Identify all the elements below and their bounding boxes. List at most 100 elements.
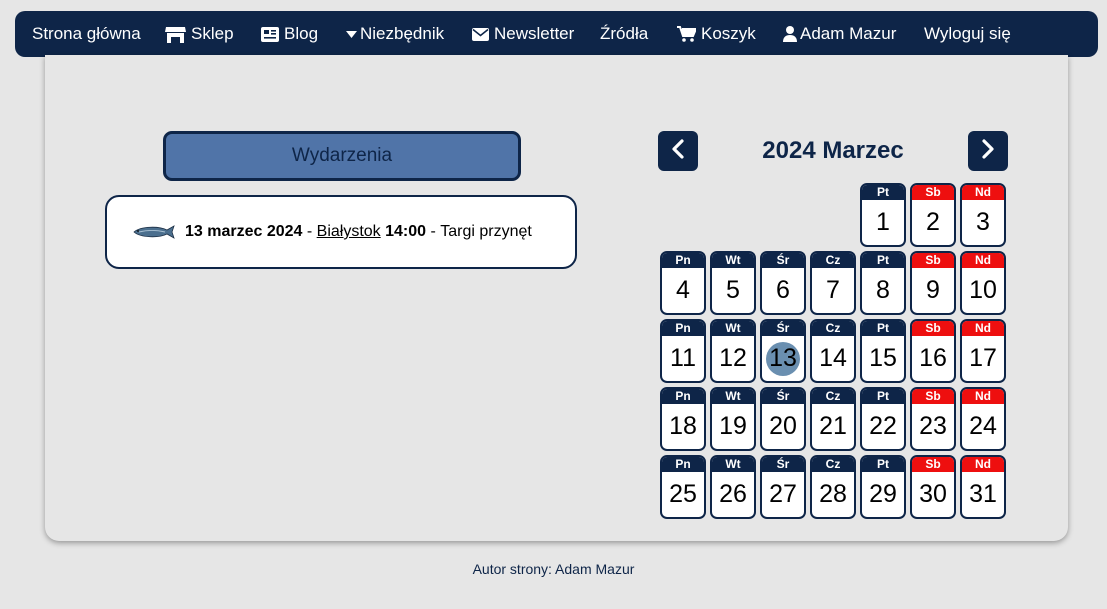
calendar-day[interactable]: Pt 8 — [860, 251, 906, 315]
day-number-box: 5 — [712, 268, 754, 313]
nav-logout-link[interactable]: Wyloguj się — [924, 11, 1011, 57]
calendar-day[interactable]: Śr 20 — [760, 387, 806, 451]
event-date: 13 marzec 2024 — [185, 223, 303, 240]
day-number: 31 — [969, 480, 997, 508]
calendar-day[interactable]: Sb 16 — [910, 319, 956, 383]
calendar-day[interactable]: Nd 31 — [960, 455, 1006, 519]
weekday-label: Nd — [962, 389, 1004, 404]
weekday-label: Pt — [862, 321, 904, 336]
calendar-day[interactable]: Nd 3 — [960, 183, 1006, 247]
day-number-box: 18 — [662, 404, 704, 449]
store-icon — [165, 26, 186, 43]
event-item: 13 marzec 2024 - Białystok 14:00 - Targi… — [133, 197, 532, 267]
day-number: 3 — [976, 208, 990, 236]
nav-cart-link[interactable]: Koszyk — [677, 11, 756, 57]
day-number-box: 19 — [712, 404, 754, 449]
day-number: 21 — [819, 412, 847, 440]
calendar-day[interactable]: Pn 11 — [660, 319, 706, 383]
day-number: 5 — [726, 276, 740, 304]
nav-newsletter-link[interactable]: Newsletter — [472, 11, 574, 57]
day-number-box: 14 — [812, 336, 854, 381]
day-number-box: 28 — [812, 472, 854, 517]
calendar-day[interactable]: Śr 27 — [760, 455, 806, 519]
weekday-label: Sb — [912, 185, 954, 200]
day-number-box: 3 — [962, 200, 1004, 245]
day-number-box: 24 — [962, 404, 1004, 449]
weekday-label: Sb — [912, 253, 954, 268]
calendar-day[interactable]: Pn 18 — [660, 387, 706, 451]
nav-home-link[interactable]: Strona główna — [32, 11, 141, 57]
calendar-day[interactable]: Pt 22 — [860, 387, 906, 451]
weekday-label: Śr — [762, 389, 804, 404]
weekday-label: Wt — [712, 389, 754, 404]
calendar-day[interactable]: Pt 29 — [860, 455, 906, 519]
weekday-label: Pt — [862, 457, 904, 472]
calendar-day[interactable]: Pn 25 — [660, 455, 706, 519]
nav-sources-link[interactable]: Źródła — [600, 11, 648, 57]
event-card: 13 marzec 2024 - Białystok 14:00 - Targi… — [105, 195, 577, 269]
day-number-box: 11 — [662, 336, 704, 381]
nav-user-link[interactable]: Adam Mazur — [783, 11, 896, 57]
events-button[interactable]: Wydarzenia — [163, 131, 521, 181]
nav-newsletter-label: Newsletter — [494, 24, 575, 43]
caret-down-icon — [346, 30, 357, 38]
day-number: 25 — [669, 480, 697, 508]
weekday-label: Sb — [912, 389, 954, 404]
events-button-label: Wydarzenia — [291, 145, 393, 166]
calendar-day[interactable]: Nd 24 — [960, 387, 1006, 451]
day-number-box: 6 — [762, 268, 804, 313]
calendar-day[interactable]: Pn 4 — [660, 251, 706, 315]
nav-shop-link[interactable]: Sklep — [165, 11, 234, 57]
day-number-box: 2 — [912, 200, 954, 245]
weekday-label: Pt — [862, 185, 904, 200]
calendar-day[interactable]: Cz 7 — [810, 251, 856, 315]
user-icon — [783, 26, 797, 42]
day-number-box: 29 — [862, 472, 904, 517]
weekday-label: Nd — [962, 185, 1004, 200]
day-number: 15 — [869, 344, 897, 372]
day-number: 22 — [869, 412, 897, 440]
calendar-day[interactable]: Pt 15 — [860, 319, 906, 383]
calendar-day[interactable]: Sb 2 — [910, 183, 956, 247]
calendar-day[interactable]: Pt 1 — [860, 183, 906, 247]
calendar-day[interactable]: Wt 19 — [710, 387, 756, 451]
day-number-box: 21 — [812, 404, 854, 449]
weekday-label: Cz — [812, 321, 854, 336]
nav-essentials-dropdown[interactable]: Niezbędnik — [346, 11, 444, 57]
event-separator: - — [426, 223, 441, 240]
event-city-link[interactable]: Białystok — [317, 223, 381, 241]
calendar-day[interactable]: Sb 9 — [910, 251, 956, 315]
weekday-label: Cz — [812, 457, 854, 472]
day-number: 30 — [919, 480, 947, 508]
calendar-day[interactable]: Wt 5 — [710, 251, 756, 315]
day-number-box: 27 — [762, 472, 804, 517]
day-number: 7 — [826, 276, 840, 304]
day-number: 14 — [819, 344, 847, 372]
calendar-day[interactable]: Śr 6 — [760, 251, 806, 315]
weekday-label: Pn — [662, 253, 704, 268]
calendar-day[interactable]: Cz 28 — [810, 455, 856, 519]
nav-logout-label: Wyloguj się — [924, 24, 1011, 43]
day-number-box: 25 — [662, 472, 704, 517]
calendar-day[interactable]: Sb 30 — [910, 455, 956, 519]
nav-shop-label: Sklep — [191, 24, 234, 43]
calendar-day[interactable]: Wt 26 — [710, 455, 756, 519]
day-number: 24 — [969, 412, 997, 440]
day-number: 28 — [819, 480, 847, 508]
day-number: 19 — [719, 412, 747, 440]
calendar-day[interactable]: Śr 13 — [760, 319, 806, 383]
next-month-button[interactable] — [968, 131, 1008, 171]
day-number: 27 — [769, 480, 797, 508]
calendar-day[interactable]: Sb 23 — [910, 387, 956, 451]
day-number: 4 — [676, 276, 690, 304]
calendar-day[interactable]: Nd 17 — [960, 319, 1006, 383]
nav-blog-link[interactable]: Blog — [261, 11, 318, 57]
previous-month-button[interactable] — [658, 131, 698, 171]
calendar-day[interactable]: Nd 10 — [960, 251, 1006, 315]
calendar-day[interactable]: Cz 21 — [810, 387, 856, 451]
fish-icon — [133, 225, 175, 239]
calendar-day[interactable]: Wt 12 — [710, 319, 756, 383]
footer-credit: Autor strony: Adam Mazur — [472, 561, 635, 577]
day-number-box: 16 — [912, 336, 954, 381]
calendar-day[interactable]: Cz 14 — [810, 319, 856, 383]
